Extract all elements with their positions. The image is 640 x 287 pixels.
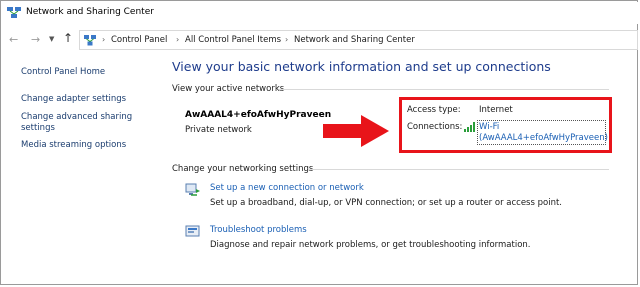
- page-title: View your basic network information and …: [172, 59, 551, 74]
- address-box[interactable]: › Control Panel › All Control Panel Item…: [79, 30, 638, 50]
- active-networks-title: View your active networks: [172, 84, 285, 94]
- red-arrow-annotation: [323, 115, 389, 147]
- breadcrumb-separator-icon: ›: [102, 35, 106, 44]
- setup-connection-description: Set up a broadband, dial-up, or VPN conn…: [210, 198, 562, 208]
- section-divider: [279, 89, 609, 90]
- access-type-value: Internet: [479, 105, 513, 115]
- access-type-label: Access type:: [407, 105, 461, 115]
- troubleshoot-description: Diagnose and repair network problems, or…: [210, 240, 531, 250]
- troubleshoot-link[interactable]: Troubleshoot problems: [210, 225, 307, 235]
- control-panel-icon: [84, 35, 96, 46]
- breadcrumb-control-panel[interactable]: Control Panel: [111, 35, 167, 45]
- recent-locations-chevron-icon[interactable]: ▼: [49, 35, 54, 43]
- setup-connection-link[interactable]: Set up a new connection or network: [210, 183, 364, 193]
- title-bar: Network and Sharing Center: [2, 2, 638, 24]
- settings-title: Change your networking settings: [172, 164, 314, 174]
- back-arrow-icon[interactable]: ←: [9, 34, 18, 45]
- connections-label: Connections:: [407, 122, 463, 132]
- forward-arrow-icon[interactable]: →: [31, 34, 40, 45]
- new-connection-icon: [185, 183, 200, 196]
- sidebar-item-advanced-sharing[interactable]: Change advanced sharing settings: [21, 112, 141, 134]
- network-name: AwAAAL4+efoAfwHyPraveen: [185, 110, 332, 120]
- sidebar: Control Panel Home Change adapter settin…: [1, 51, 159, 285]
- sidebar-item-adapter-settings[interactable]: Change adapter settings: [21, 94, 126, 105]
- sidebar-item-control-panel-home[interactable]: Control Panel Home: [21, 67, 105, 78]
- up-arrow-icon[interactable]: ↑: [63, 32, 73, 44]
- sidebar-item-media-streaming[interactable]: Media streaming options: [21, 140, 126, 151]
- wifi-connection-ssid-link[interactable]: (AwAAAL4+efoAfwHyPraveen): [479, 133, 608, 143]
- network-type-link[interactable]: Private network: [185, 125, 252, 135]
- breadcrumb-separator-icon: ›: [176, 35, 180, 44]
- wifi-connection-link[interactable]: Wi-Fi: [479, 122, 499, 132]
- breadcrumb-all-items[interactable]: All Control Panel Items: [185, 35, 281, 45]
- window-title: Network and Sharing Center: [26, 7, 154, 17]
- troubleshoot-icon: [185, 225, 200, 237]
- breadcrumb-network-center[interactable]: Network and Sharing Center: [294, 35, 415, 45]
- window-frame: Network and Sharing Center ← → ▼ ↑ › Con…: [0, 0, 638, 285]
- wifi-signal-icon: [464, 122, 475, 132]
- section-divider: [309, 169, 609, 170]
- address-bar: ← → ▼ ↑ › Control Panel › All Control Pa…: [2, 29, 638, 51]
- network-center-icon: [7, 7, 21, 18]
- breadcrumb-separator-icon: ›: [285, 35, 289, 44]
